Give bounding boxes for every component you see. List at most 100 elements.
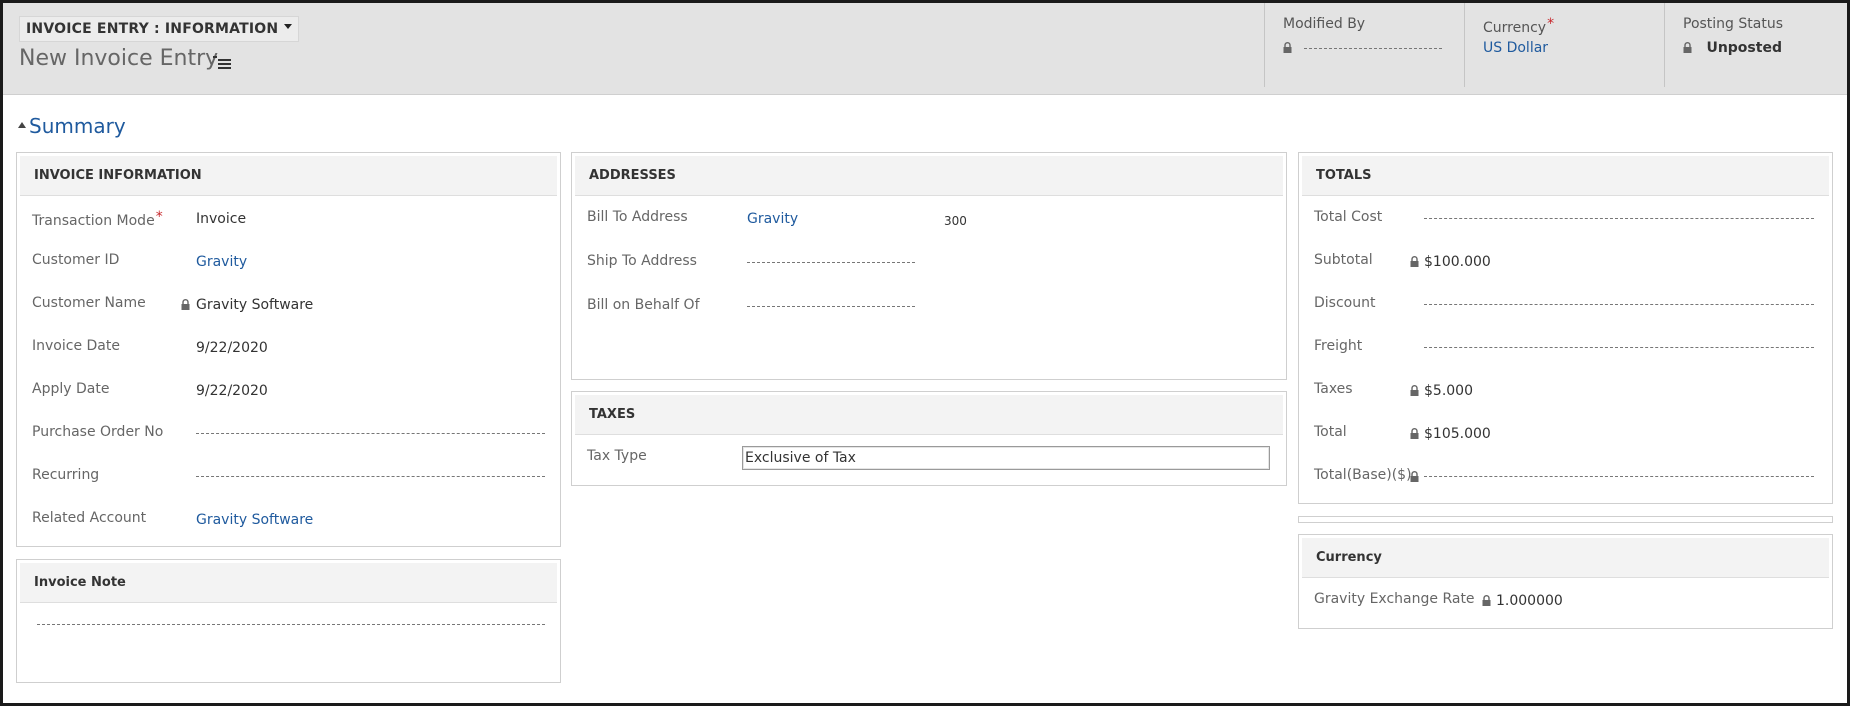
apply-date-label: Apply Date — [32, 381, 110, 397]
empty-section — [1298, 516, 1833, 523]
lock-icon — [1683, 42, 1692, 53]
bill-to-address-label: Bill To Address — [587, 209, 688, 225]
tax-type-select[interactable]: Exclusive of Tax — [742, 446, 1270, 470]
page-title: New Invoice Entry — [19, 46, 219, 71]
form-selector-label: INVOICE ENTRY : INFORMATION — [26, 21, 279, 37]
total-label: Total — [1314, 424, 1347, 440]
field-subtotal: Subtotal $100.000 — [1299, 250, 1832, 274]
list-menu-icon[interactable] — [213, 55, 231, 69]
discount-input[interactable] — [1424, 304, 1814, 305]
lock-icon — [1410, 428, 1419, 439]
transaction-mode-label-wrap: Transaction Mode* — [32, 207, 163, 231]
invoice-date-value[interactable]: 9/22/2020 — [196, 336, 268, 360]
taxes-label: Taxes — [1314, 381, 1353, 397]
summary-tab-toggle[interactable]: Summary — [18, 114, 126, 138]
field-total-base: Total(Base)($) — [1299, 465, 1832, 489]
transaction-mode-value[interactable]: Invoice — [196, 207, 246, 231]
field-bill-to-address: Bill To Address Gravity 300 — [572, 207, 1286, 231]
currency-label-wrap: Currency* — [1483, 16, 1554, 36]
header-field-modified-by[interactable]: Modified By — [1264, 3, 1464, 87]
taxes-value: $5.000 — [1424, 383, 1473, 399]
apply-date-value[interactable]: 9/22/2020 — [196, 379, 268, 403]
required-marker: * — [1547, 16, 1555, 32]
caret-down-icon — [284, 24, 293, 29]
invoice-note-input[interactable] — [37, 624, 545, 625]
totals-title: TOTALS — [1302, 156, 1829, 196]
modified-by-empty — [1304, 47, 1443, 49]
bill-to-address-link[interactable]: Gravity — [747, 207, 798, 231]
bill-on-behalf-of-input[interactable] — [747, 306, 915, 307]
lock-icon — [1283, 42, 1292, 53]
related-account-label: Related Account — [32, 510, 147, 526]
field-taxes: Taxes $5.000 — [1299, 379, 1832, 403]
lock-icon — [1410, 256, 1419, 267]
invoice-information-title: INVOICE INFORMATION — [20, 156, 557, 196]
field-exchange-rate: Gravity Exchange Rate 1.000000 — [1299, 589, 1832, 613]
posting-status-label: Posting Status — [1683, 16, 1784, 32]
field-customer-id: Customer ID Gravity — [17, 250, 560, 274]
header-field-posting-status: Posting Status Unposted — [1664, 3, 1847, 87]
totals-section: TOTALS Total Cost Subtotal $100.000 Disc… — [1298, 152, 1833, 504]
total-cost-input[interactable] — [1424, 218, 1814, 219]
lock-icon — [181, 299, 190, 310]
related-account-link[interactable]: Gravity Software — [196, 508, 313, 532]
currency-link[interactable]: US Dollar — [1483, 40, 1548, 56]
tax-type-label: Tax Type — [587, 448, 647, 464]
invoice-note-section: Invoice Note — [16, 559, 561, 683]
field-related-account: Related Account Gravity Software — [17, 508, 560, 532]
currency-label: Currency — [1483, 20, 1547, 36]
bill-to-address-code: 300 — [944, 214, 967, 228]
freight-input[interactable] — [1424, 347, 1814, 348]
discount-label: Discount — [1314, 295, 1376, 311]
summary-label: Summary — [29, 114, 126, 138]
invoice-date-label: Invoice Date — [32, 338, 120, 354]
total-base-label: Total(Base)($) — [1314, 467, 1412, 483]
total-base-empty — [1424, 476, 1814, 477]
taxes-title: TAXES — [575, 395, 1283, 435]
field-transaction-mode: Transaction Mode* Invoice — [17, 207, 560, 231]
lock-icon — [1410, 385, 1419, 396]
field-freight: Freight — [1299, 336, 1832, 360]
customer-name-value: Gravity Software — [196, 297, 314, 313]
field-bill-on-behalf-of: Bill on Behalf Of — [572, 295, 1286, 319]
field-customer-name: Customer Name Gravity Software — [17, 293, 560, 317]
customer-name-label: Customer Name — [32, 295, 146, 311]
exchange-rate-value: 1.000000 — [1496, 593, 1563, 609]
freight-label: Freight — [1314, 338, 1363, 354]
field-ship-to-address: Ship To Address — [572, 251, 1286, 275]
posting-status-value: Unposted — [1706, 40, 1782, 56]
addresses-title: ADDRESSES — [575, 156, 1283, 196]
collapse-triangle-icon — [18, 122, 26, 128]
form-selector[interactable]: INVOICE ENTRY : INFORMATION — [19, 16, 300, 42]
currency-section-title: Currency — [1302, 538, 1829, 578]
field-total: Total $105.000 — [1299, 422, 1832, 446]
form-header: INVOICE ENTRY : INFORMATION New Invoice … — [3, 3, 1847, 95]
subtotal-value: $100.000 — [1424, 254, 1491, 270]
total-cost-label: Total Cost — [1314, 209, 1383, 225]
lock-icon — [1482, 595, 1491, 606]
invoice-note-title: Invoice Note — [20, 563, 557, 603]
required-marker: * — [155, 209, 163, 225]
purchase-order-no-label: Purchase Order No — [32, 424, 164, 440]
field-total-cost: Total Cost — [1299, 207, 1832, 231]
taxes-section: TAXES Tax Type Exclusive of Tax — [571, 391, 1287, 486]
field-purchase-order-no: Purchase Order No — [17, 422, 560, 446]
addresses-section: ADDRESSES Bill To Address Gravity 300 Sh… — [571, 152, 1287, 380]
customer-id-link[interactable]: Gravity — [196, 250, 247, 274]
lock-icon — [1410, 471, 1419, 482]
purchase-order-no-input[interactable] — [196, 433, 545, 434]
modified-by-value — [1283, 40, 1443, 56]
header-field-currency[interactable]: Currency* US Dollar — [1464, 3, 1664, 87]
bill-on-behalf-of-label: Bill on Behalf Of — [587, 297, 700, 313]
customer-id-label: Customer ID — [32, 252, 120, 268]
field-tax-type: Tax Type Exclusive of Tax — [572, 446, 1286, 470]
recurring-label: Recurring — [32, 467, 100, 483]
field-apply-date: Apply Date 9/22/2020 — [17, 379, 560, 403]
modified-by-label: Modified By — [1283, 16, 1366, 32]
posting-status-value-wrap: Unposted — [1683, 40, 1782, 56]
field-discount: Discount — [1299, 293, 1832, 317]
transaction-mode-label: Transaction Mode — [32, 213, 155, 229]
field-invoice-date: Invoice Date 9/22/2020 — [17, 336, 560, 360]
ship-to-address-input[interactable] — [747, 262, 915, 263]
recurring-input[interactable] — [196, 476, 545, 477]
